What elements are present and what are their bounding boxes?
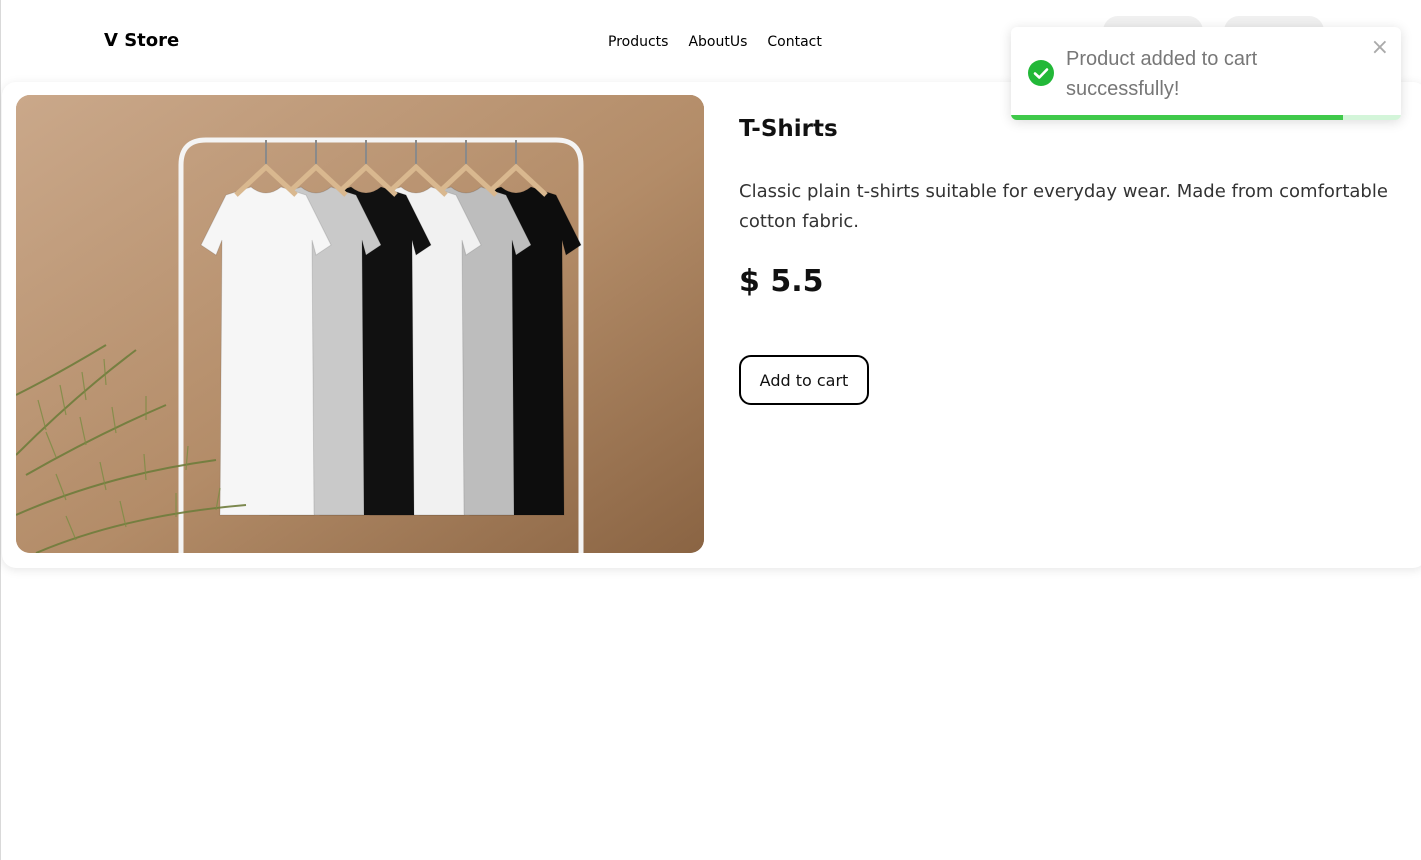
toast-message: Product added to cart successfully! bbox=[1066, 48, 1258, 100]
window-edge bbox=[0, 0, 1, 860]
tshirt-rack-illustration bbox=[16, 95, 704, 553]
toast-progress-bar bbox=[1011, 115, 1343, 120]
product-title: T-Shirts bbox=[739, 116, 838, 142]
brand-logo[interactable]: V Store bbox=[104, 30, 179, 51]
product-card: T-Shirts Classic plain t-shirts suitable… bbox=[2, 82, 1421, 568]
nav-link-about-us[interactable]: AboutUs bbox=[688, 34, 747, 50]
check-circle-icon bbox=[1028, 60, 1054, 86]
product-description: Classic plain t-shirts suitable for ever… bbox=[739, 181, 1388, 232]
toast-progress-track bbox=[1011, 115, 1401, 120]
close-icon[interactable]: × bbox=[1371, 35, 1389, 60]
nav-links: Products AboutUs Contact bbox=[608, 34, 822, 50]
product-image bbox=[16, 95, 704, 553]
toast-notification: Product added to cart successfully! × bbox=[1011, 27, 1401, 120]
product-price: $ 5.5 bbox=[739, 264, 824, 299]
nav-link-products[interactable]: Products bbox=[608, 34, 668, 50]
nav-link-contact[interactable]: Contact bbox=[767, 34, 821, 50]
add-to-cart-button[interactable]: Add to cart bbox=[739, 355, 869, 405]
